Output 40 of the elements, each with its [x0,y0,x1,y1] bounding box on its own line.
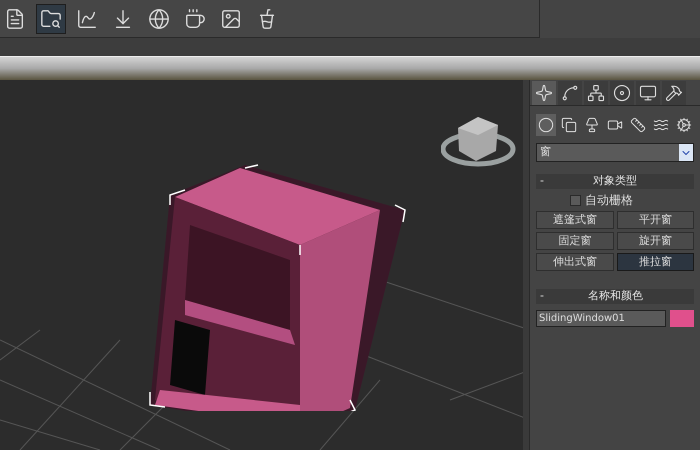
rollout-title: 对象类型 [592,173,637,190]
object-type-button[interactable]: 推拉窗 [616,253,694,271]
panel-tab[interactable] [584,80,608,104]
sphere-icon [538,117,554,133]
panel-tab[interactable] [636,80,660,104]
panel-tab[interactable] [532,80,556,104]
gear-icon [676,117,692,133]
lamp-icon [584,117,600,133]
category-dropdown[interactable]: 窗 [536,143,694,162]
collapse-sign[interactable]: - [536,288,548,305]
disc-icon [613,84,631,102]
panel-tab[interactable] [610,80,634,104]
name-field[interactable]: SlidingWindow01 [536,310,666,327]
shapes-icon [561,117,577,133]
panel-tab[interactable] [558,80,582,104]
object-type-button[interactable]: 旋开窗 [616,232,694,250]
sphere-icon [148,8,170,30]
sparkle-icon [535,84,553,102]
rollout-title: 名称和颜色 [588,288,643,304]
object-type-button[interactable]: 平开窗 [616,211,694,229]
frame-window-icon [220,8,242,30]
panel-tab[interactable] [662,80,686,104]
toolbar-button[interactable] [36,4,66,34]
collapse-sign[interactable]: - [536,173,548,190]
object-type-button[interactable]: 固定窗 [536,232,614,250]
tape-icon [630,117,646,133]
hierarchy-icon [587,84,605,102]
object-type-button[interactable]: 伸出式窗 [536,253,614,271]
waves-icon [653,117,669,133]
folder-search-icon [40,8,62,30]
color-swatch[interactable] [670,310,694,327]
checkbox-label: 自动栅格 [585,192,633,209]
curve-chart-icon [76,8,98,30]
monitor-icon [639,84,657,102]
sheet-icon [4,8,26,30]
object-type-button[interactable]: 遮篷式窗 [536,211,614,229]
hammer-icon [665,84,683,102]
checkbox[interactable] [570,194,581,206]
category-button[interactable] [536,114,556,136]
curve-icon [561,84,579,102]
